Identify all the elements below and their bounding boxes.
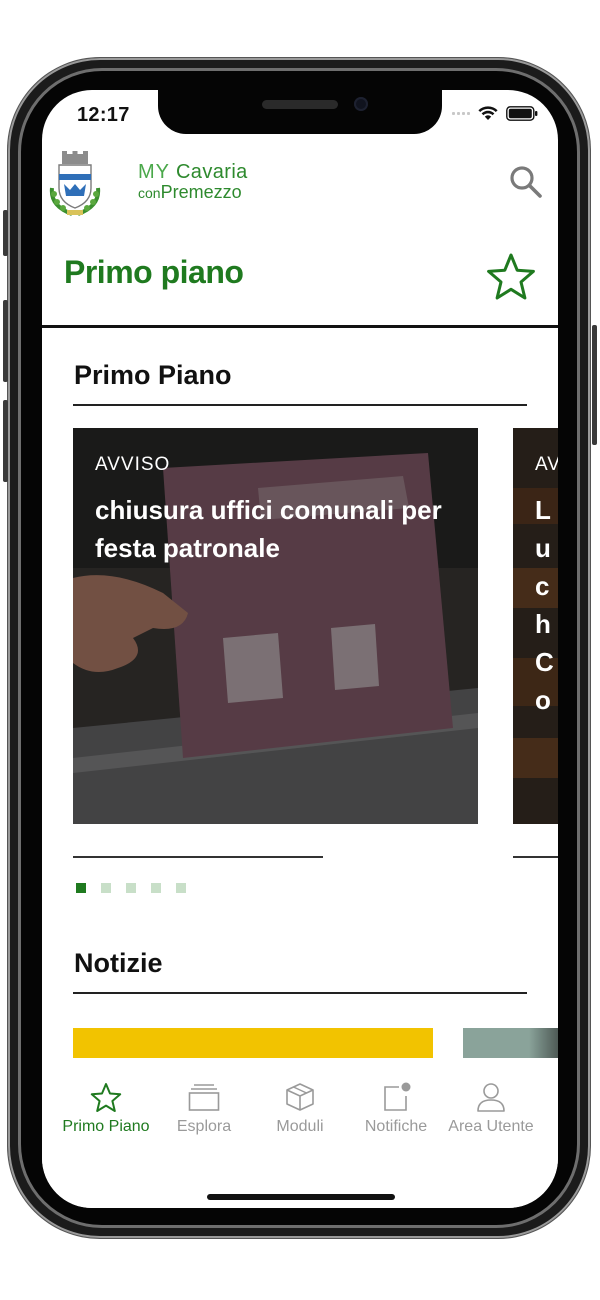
status-time: 12:17	[77, 104, 130, 126]
power-button	[592, 325, 597, 445]
volume-up-button	[3, 300, 8, 382]
pager-dot[interactable]	[151, 883, 161, 893]
nav-item-esplora[interactable]: Esplora	[154, 1082, 254, 1136]
page-title: Primo piano	[64, 254, 244, 290]
nav-item-moduli[interactable]: Moduli	[250, 1082, 350, 1136]
nav-item-notifiche[interactable]: Notifiche	[346, 1082, 446, 1136]
mute-switch	[3, 210, 8, 256]
wifi-icon	[478, 106, 498, 120]
header-divider	[42, 325, 558, 328]
pager-dot[interactable]	[176, 883, 186, 893]
nav-label: Moduli	[276, 1118, 324, 1135]
section-divider	[73, 992, 527, 994]
star-icon	[90, 1083, 122, 1112]
brand-con: con	[138, 185, 161, 201]
bottom-navigation: Primo Piano Esplora Moduli Notifiche Are…	[42, 1058, 558, 1208]
card-category: AV	[535, 454, 558, 475]
section-divider	[73, 404, 527, 406]
card-title: chiusura uffici comunali per festa patro…	[95, 495, 442, 563]
brand-cavaria: Cavaria	[175, 161, 248, 183]
pager-dot[interactable]	[101, 883, 111, 893]
screen: 12:17 MY Cavaria conPremezzo Primo piano…	[42, 90, 558, 1208]
card-underline	[73, 856, 323, 858]
card-title: Lu ch Co	[535, 495, 554, 715]
stack-icon	[188, 1084, 220, 1111]
status-icons	[452, 106, 538, 121]
nav-label: Notifiche	[364, 1118, 428, 1135]
favorite-star-icon[interactable]	[486, 252, 536, 302]
card-text: AV Lu ch Co	[535, 454, 558, 719]
nav-label: Area Utente	[448, 1118, 534, 1135]
card-category: AVVISO	[95, 454, 171, 475]
notification-icon	[384, 1082, 411, 1111]
town-crest-logo	[49, 151, 101, 216]
battery-icon	[506, 106, 538, 121]
notch	[158, 90, 442, 134]
nav-label: Primo Piano	[62, 1118, 150, 1135]
search-icon[interactable]	[508, 164, 544, 200]
news-thumbnail[interactable]	[463, 1028, 558, 1060]
news-thumbnail[interactable]	[73, 1028, 433, 1060]
nav-item-primo-piano[interactable]: Primo Piano	[56, 1082, 156, 1136]
volume-down-button	[3, 400, 8, 482]
home-indicator[interactable]	[207, 1194, 395, 1200]
user-icon	[477, 1083, 505, 1112]
nav-label: Esplora	[176, 1118, 232, 1135]
section-title-notizie: Notizie	[74, 948, 163, 978]
card-underline	[513, 856, 558, 858]
section-title-primo-piano: Primo Piano	[74, 360, 232, 390]
app-brand: MY Cavaria conPremezzo	[138, 162, 248, 203]
box-icon	[286, 1083, 314, 1111]
pager-dot[interactable]	[76, 883, 86, 893]
featured-card[interactable]: AVVISO chiusura uffici comunali per fest…	[73, 428, 478, 824]
brand-premezzo: Premezzo	[160, 182, 242, 202]
pager-dot[interactable]	[126, 883, 136, 893]
front-camera	[354, 97, 368, 111]
carousel-pager[interactable]	[76, 883, 186, 893]
next-card[interactable]: AV Lu ch Co	[513, 428, 558, 824]
signal-icon	[452, 112, 470, 115]
brand-my: MY	[138, 161, 170, 183]
speaker-grille	[262, 100, 338, 109]
nav-item-area-utente[interactable]: Area Utente	[441, 1082, 541, 1136]
card-text: AVVISO chiusura uffici comunali per fest…	[95, 454, 460, 567]
